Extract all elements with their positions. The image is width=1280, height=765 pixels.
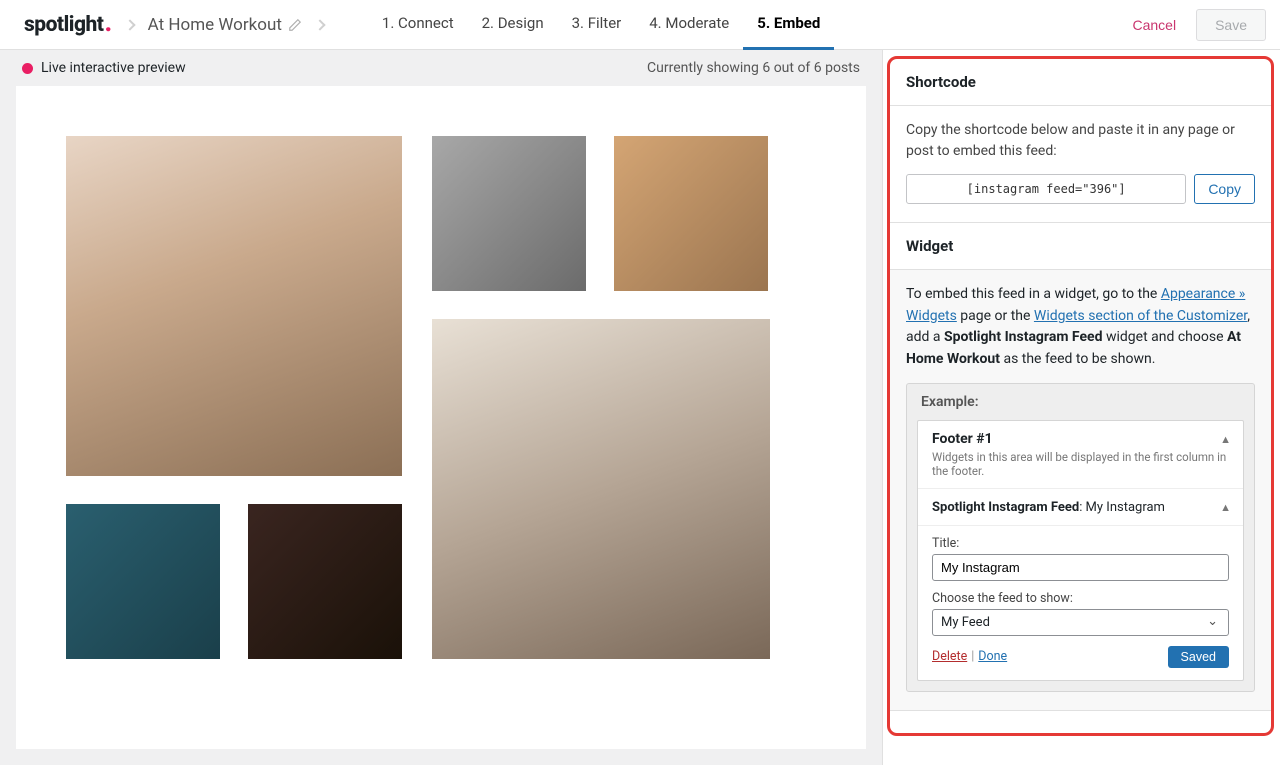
choose-feed-value: My Feed xyxy=(941,615,990,630)
cancel-button[interactable]: Cancel xyxy=(1122,11,1186,39)
preview-count: Currently showing 6 out of 6 posts xyxy=(647,60,860,76)
example-footer-row[interactable]: Footer #1 Widgets in this area will be d… xyxy=(918,421,1243,489)
app-header: spotlight. At Home Workout 1. Connect 2.… xyxy=(0,0,1280,50)
example-form: Title: Choose the feed to show: My Feed … xyxy=(918,526,1243,680)
step-connect[interactable]: 1. Connect xyxy=(368,0,468,50)
widget-text-part: To embed this feed in a widget, go to th… xyxy=(906,286,1161,302)
shortcode-desc: Copy the shortcode below and paste it in… xyxy=(906,120,1255,162)
main-layout: Live interactive preview Currently showi… xyxy=(0,50,1280,765)
wizard-steps: 1. Connect 2. Design 3. Filter 4. Modera… xyxy=(368,0,834,50)
live-dot-icon xyxy=(22,63,33,74)
copy-button[interactable]: Copy xyxy=(1194,174,1255,204)
step-filter[interactable]: 3. Filter xyxy=(558,0,636,50)
feed-post[interactable] xyxy=(432,136,586,291)
shortcode-heading: Shortcode xyxy=(890,59,1271,106)
saved-button[interactable]: Saved xyxy=(1168,646,1229,668)
sidebar-highlight: Shortcode Copy the shortcode below and p… xyxy=(887,56,1274,736)
widget-body: To embed this feed in a widget, go to th… xyxy=(890,270,1271,711)
logo-text: spotlight xyxy=(24,13,103,37)
grid-col-1 xyxy=(66,136,402,659)
preview-bar: Live interactive preview Currently showi… xyxy=(16,50,866,86)
shortcode-row: [instagram feed="396"] Copy xyxy=(906,174,1255,204)
feed-post[interactable] xyxy=(66,136,402,476)
widget-text-bold: Spotlight Instagram Feed xyxy=(944,329,1103,345)
choose-feed-select[interactable]: My Feed xyxy=(932,609,1229,636)
preview-canvas xyxy=(16,86,866,749)
feed-post[interactable] xyxy=(432,319,770,659)
choose-feed-label: Choose the feed to show: xyxy=(932,591,1229,606)
shortcode-input[interactable]: [instagram feed="396"] xyxy=(906,174,1186,204)
example-feed-row[interactable]: Spotlight Instagram Feed: My Instagram ▲ xyxy=(918,489,1243,526)
grid-row xyxy=(432,136,770,291)
step-embed[interactable]: 5. Embed xyxy=(743,0,834,50)
step-design[interactable]: 2. Design xyxy=(468,0,558,50)
feed-name[interactable]: At Home Workout xyxy=(148,15,282,35)
feed-post[interactable] xyxy=(614,136,768,291)
preview-pane: Live interactive preview Currently showi… xyxy=(0,50,882,765)
chevron-right-icon xyxy=(316,17,324,33)
pencil-icon[interactable] xyxy=(288,18,302,32)
delete-link[interactable]: Delete xyxy=(932,649,967,664)
feed-post[interactable] xyxy=(248,504,402,659)
grid-row xyxy=(66,504,402,659)
example-box: Example: Footer #1 Widgets in this area … xyxy=(906,383,1255,692)
step-moderate[interactable]: 4. Moderate xyxy=(635,0,743,50)
shortcode-body: Copy the shortcode below and paste it in… xyxy=(890,106,1271,223)
chevron-right-icon xyxy=(126,17,134,33)
done-link[interactable]: Done xyxy=(978,649,1007,664)
widget-heading: Widget xyxy=(890,223,1271,270)
header-actions: Cancel Save xyxy=(1122,9,1266,41)
example-feed-label: Spotlight Instagram Feed: My Instagram xyxy=(932,500,1165,515)
logo: spotlight. xyxy=(24,13,112,37)
live-preview-label: Live interactive preview xyxy=(41,60,186,76)
example-actions: Delete | Done Saved xyxy=(932,646,1229,668)
example-footer-sub: Widgets in this area will be displayed i… xyxy=(932,450,1229,478)
separator: | xyxy=(971,649,974,664)
title-input[interactable] xyxy=(932,554,1229,581)
example-widget: Footer #1 Widgets in this area will be d… xyxy=(917,420,1244,681)
grid-col-2 xyxy=(432,136,770,659)
caret-up-icon: ▲ xyxy=(1220,433,1231,446)
example-footer-title: Footer #1 xyxy=(932,431,1229,447)
save-button[interactable]: Save xyxy=(1196,9,1266,41)
widget-text-part: widget and choose xyxy=(1102,329,1226,345)
widget-instructions: To embed this feed in a widget, go to th… xyxy=(906,284,1255,371)
sidebar: Shortcode Copy the shortcode below and p… xyxy=(882,50,1280,765)
caret-up-icon: ▲ xyxy=(1220,501,1231,514)
title-label: Title: xyxy=(932,536,1229,551)
widget-text-part: page or the xyxy=(957,308,1034,324)
widget-text-part: as the feed to be shown. xyxy=(1000,351,1155,367)
feed-grid xyxy=(66,136,816,659)
feed-post[interactable] xyxy=(66,504,220,659)
customizer-widgets-link[interactable]: Widgets section of the Customizer xyxy=(1034,308,1247,324)
example-label: Example: xyxy=(907,384,1254,420)
